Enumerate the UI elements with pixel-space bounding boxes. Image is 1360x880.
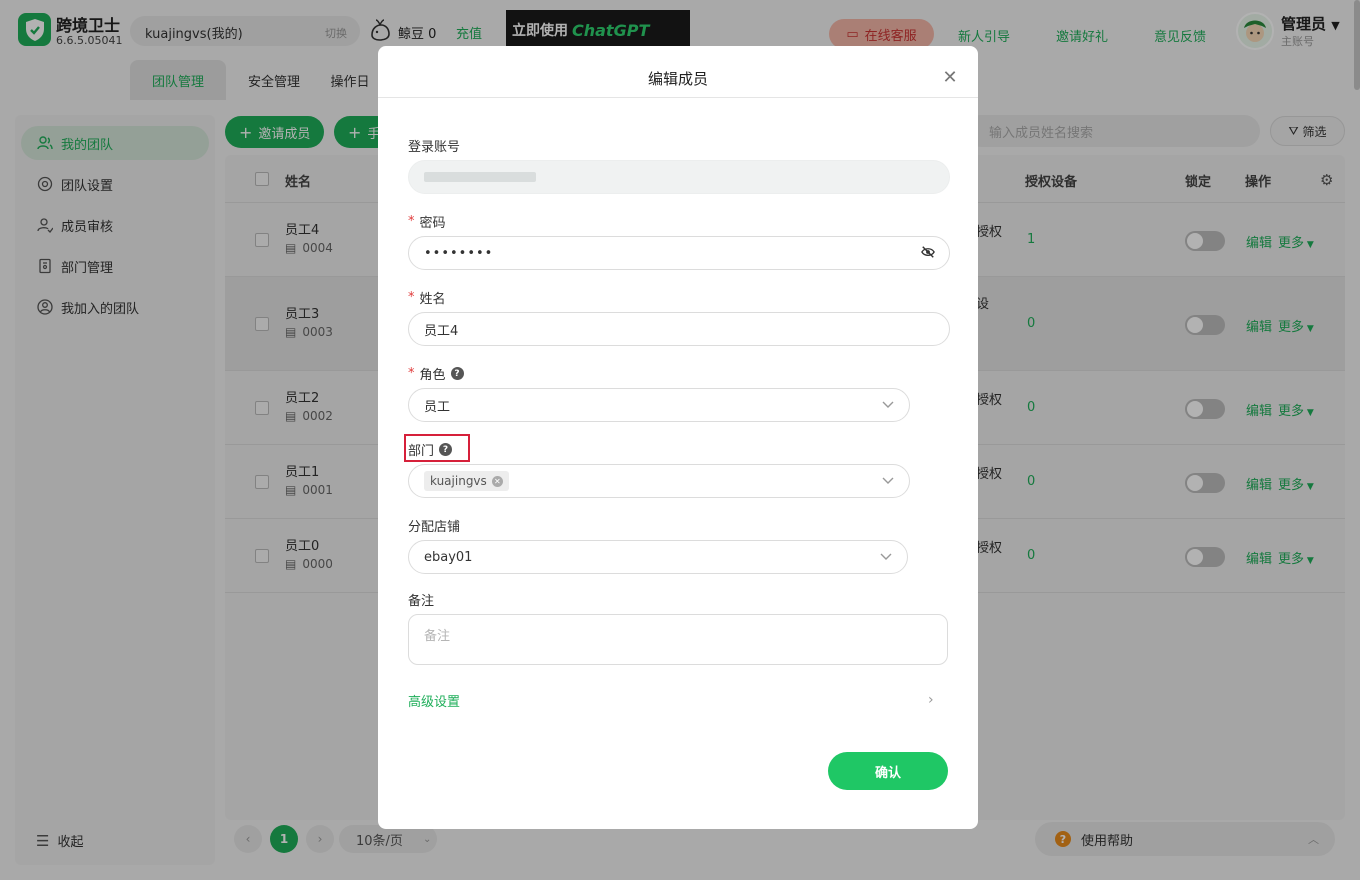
close-icon[interactable]: ✕ xyxy=(940,67,960,88)
edit-member-dialog: 编辑成员 ✕ 登录账号 * 密码 •••••••• * 姓名 员工4 * 角色? 员工… xyxy=(378,46,978,829)
name-field[interactable]: 员工4 xyxy=(408,312,950,346)
department-tag: kuajingvs ✕ xyxy=(424,471,509,491)
note-placeholder: 备注 xyxy=(424,629,451,644)
advanced-settings-link[interactable]: 高级设置 xyxy=(408,691,460,710)
chevron-down-icon xyxy=(882,401,894,408)
required-mark: * xyxy=(408,214,415,229)
masked-account-value xyxy=(424,172,536,182)
note-textarea[interactable]: 备注 xyxy=(408,614,948,665)
label-text: 姓名 xyxy=(419,292,446,307)
question-icon[interactable]: ? xyxy=(439,443,453,456)
label-text: 登录账号 xyxy=(408,140,461,155)
password-label: * 密码 xyxy=(408,212,446,231)
question-icon[interactable]: ? xyxy=(450,367,464,380)
login-account-field xyxy=(408,160,950,194)
confirm-button[interactable]: 确认 xyxy=(828,752,948,790)
required-mark: * xyxy=(408,290,415,305)
store-select[interactable]: ebay01 xyxy=(408,540,908,574)
dialog-divider xyxy=(378,97,978,98)
eye-hidden-icon[interactable] xyxy=(921,245,935,259)
password-value: •••••••• xyxy=(424,245,494,261)
chevron-down-icon xyxy=(880,553,892,560)
department-select[interactable]: kuajingvs ✕ xyxy=(408,464,910,498)
label-text: 备注 xyxy=(408,594,435,609)
role-value: 员工 xyxy=(424,399,451,415)
department-label: 部门? xyxy=(408,440,453,459)
password-field[interactable]: •••••••• xyxy=(408,236,950,270)
dialog-title: 编辑成员 xyxy=(647,70,708,88)
label-text: 角色 xyxy=(419,368,446,383)
role-label: * 角色? xyxy=(408,364,464,383)
name-label: * 姓名 xyxy=(408,288,446,307)
label-text: 部门 xyxy=(408,444,435,459)
store-label: 分配店铺 xyxy=(408,516,460,535)
chevron-down-icon xyxy=(882,477,894,484)
chevron-right-icon[interactable]: › xyxy=(928,692,934,708)
note-label: 备注 xyxy=(408,590,434,609)
tag-remove-icon[interactable]: ✕ xyxy=(491,475,503,487)
label-text: 分配店铺 xyxy=(408,520,461,535)
login-account-label: 登录账号 xyxy=(408,136,460,155)
tag-text: kuajingvs xyxy=(430,474,487,488)
label-text: 密码 xyxy=(419,216,446,231)
name-value: 员工4 xyxy=(424,323,459,339)
store-value: ebay01 xyxy=(424,549,473,565)
role-select[interactable]: 员工 xyxy=(408,388,910,422)
required-mark: * xyxy=(408,366,415,381)
